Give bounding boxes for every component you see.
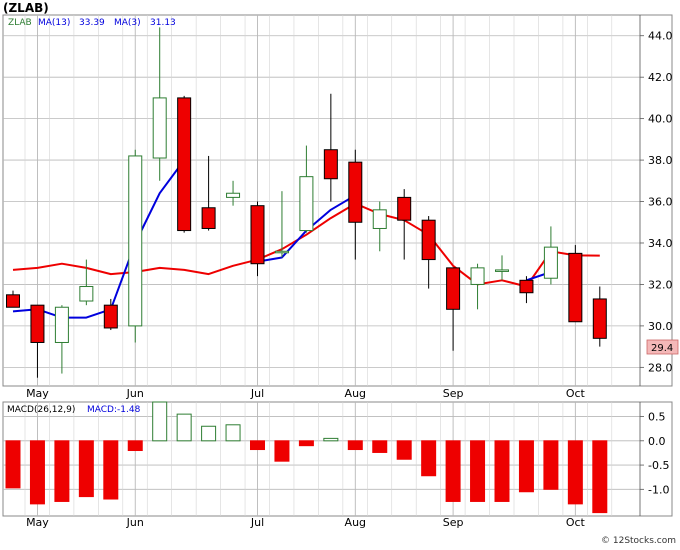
- watermark: © 12Stocks.com: [601, 536, 676, 546]
- macd-bar: [396, 440, 412, 460]
- month-tick-label: Sep: [443, 516, 464, 529]
- month-tick-label: Jun: [126, 516, 144, 529]
- macd-bar: [347, 440, 363, 451]
- macd-bar: [54, 440, 70, 502]
- price-tick-label: 34.0: [648, 237, 673, 250]
- legend-ma13-value: 33.39: [79, 18, 105, 28]
- macd-bar: [250, 440, 265, 451]
- candle-body: [421, 219, 436, 261]
- candle-body: [299, 176, 314, 232]
- macd-bar: [298, 440, 314, 447]
- macd-bar: [5, 440, 21, 489]
- macd-value: MACD:-1.48: [87, 405, 141, 415]
- macd-bar: [225, 424, 241, 442]
- macd-bar: [152, 401, 168, 442]
- month-tick-label: May: [26, 387, 49, 400]
- month-tick-label: Oct: [566, 387, 586, 400]
- legend-ma13-label: MA(13): [38, 18, 70, 28]
- legend-symbol: ZLAB: [8, 18, 32, 28]
- macd-bar: [176, 413, 192, 442]
- macd-bar: [323, 437, 339, 442]
- macd-bar: [470, 440, 486, 502]
- candle-body: [323, 149, 338, 180]
- macd-bar: [78, 440, 94, 498]
- candle-body: [592, 298, 607, 339]
- price-tick-label: 42.0: [648, 71, 673, 84]
- chart-canvas: 28.0 30.0 32.0 34.0 36.0 38.0 40.0 42.0 44.0 -1.0…: [2, 1, 679, 546]
- macd-bar: [421, 440, 437, 477]
- legend-ma3-value: 31.13: [150, 18, 176, 28]
- macd-tick-label: -0.5: [648, 459, 669, 472]
- candle-body: [128, 155, 143, 327]
- candle-body: [519, 279, 534, 294]
- price-tick-label: 44.0: [648, 30, 673, 43]
- month-tick-label: Jul: [250, 516, 264, 529]
- legend-ma3-label: MA(3): [114, 18, 141, 28]
- macd-tick-label: 0.5: [648, 411, 666, 424]
- candle-body: [348, 161, 363, 223]
- candle-body: [226, 192, 241, 198]
- price-tick-label: 38.0: [648, 154, 673, 167]
- stock-chart: 28.0 30.0 32.0 34.0 36.0 38.0 40.0 42.0 44.0 -1.0…: [0, 0, 680, 546]
- macd-bar: [127, 440, 143, 452]
- candle-body: [543, 246, 558, 279]
- macd-title: MACD(26,12,9): [7, 405, 75, 415]
- candle-body: [397, 196, 412, 221]
- macd-tick-label: -1.0: [648, 483, 669, 496]
- candle-body: [30, 304, 45, 343]
- macd-bar: [494, 440, 510, 502]
- month-tick-label: May: [26, 516, 49, 529]
- price-tick-label: 28.0: [648, 361, 673, 374]
- candle-body: [568, 252, 583, 323]
- candle-body: [372, 209, 387, 229]
- macd-bar: [445, 440, 461, 502]
- macd-bar: [372, 440, 388, 453]
- candle-body: [201, 207, 216, 229]
- macd-bar: [518, 440, 534, 493]
- candle-body: [177, 97, 192, 232]
- macd-bar: [29, 440, 45, 505]
- candle-body: [6, 294, 20, 308]
- price-tick-label: 30.0: [648, 320, 673, 333]
- candle-body: [54, 306, 69, 343]
- candle-body: [495, 269, 509, 272]
- candle-body: [250, 205, 265, 265]
- month-tick-label: Aug: [345, 516, 366, 529]
- candle-body: [79, 286, 94, 302]
- macd-bar: [592, 440, 608, 514]
- macd-bar: [201, 425, 217, 442]
- macd-bar: [543, 440, 559, 490]
- last-price-tag: 29.4: [651, 343, 673, 354]
- candle-body: [103, 304, 118, 329]
- candle-body: [274, 250, 289, 254]
- price-panel: [2, 14, 673, 387]
- candle-body: [152, 97, 167, 159]
- price-tick-label: 40.0: [648, 113, 673, 126]
- macd-tick-label: 0.0: [648, 435, 666, 448]
- candle-body: [446, 267, 461, 310]
- candle-body: [470, 267, 485, 285]
- macd-bar: [274, 440, 290, 462]
- month-tick-label: Sep: [443, 387, 464, 400]
- month-tick-label: Aug: [345, 387, 366, 400]
- chart-ticker-title: (ZLAB): [3, 1, 49, 15]
- price-tick-label: 36.0: [648, 196, 673, 209]
- month-tick-label: Jul: [250, 387, 264, 400]
- month-tick-label: Jun: [126, 387, 144, 400]
- month-tick-label: Oct: [566, 516, 586, 529]
- macd-bar: [103, 440, 119, 500]
- macd-bar: [567, 440, 583, 505]
- price-tick-label: 32.0: [648, 278, 673, 291]
